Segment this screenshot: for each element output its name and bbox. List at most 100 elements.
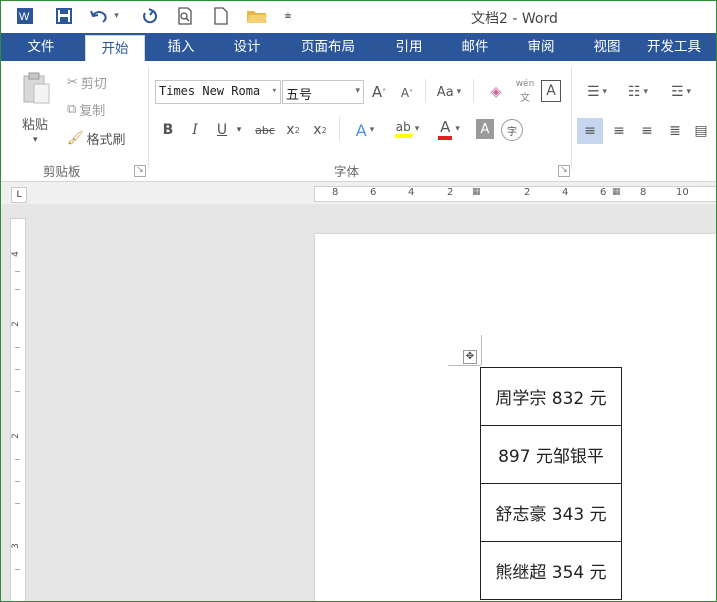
open-folder-icon[interactable] [244, 5, 270, 27]
cut-button[interactable]: ✂ 剪切 [67, 73, 107, 92]
ruler-tick [15, 459, 20, 460]
tab-page-layout[interactable]: 页面布局 [287, 33, 369, 61]
table-row: 舒志豪 343 元 [480, 483, 622, 542]
ruler-number: 2 [524, 187, 531, 198]
align-right-icon[interactable]: ≡ [635, 118, 659, 144]
ruler-tick [15, 503, 20, 504]
shrink-font-icon[interactable]: A ˅ [397, 83, 417, 103]
numbering-icon[interactable]: ☷ ▾ [620, 81, 656, 103]
tab-selector[interactable]: L [11, 187, 27, 203]
ribbon-home: 粘贴 ▾ ✂ 剪切 ⧉ 复制 🖌 格式刷 剪贴板 ↘ Times New Rom… [1, 61, 716, 182]
italic-button[interactable]: I [186, 119, 204, 141]
align-center-icon[interactable]: ≡ [607, 118, 631, 144]
ruler-number: 3 [10, 543, 21, 549]
copy-icon: ⧉ [67, 102, 77, 117]
font-name-value: Times New Roma [159, 84, 261, 98]
tab-file[interactable]: 文件 [13, 33, 69, 61]
group-divider [473, 79, 474, 103]
ruler-number: 2 [10, 433, 21, 439]
paste-dropdown-icon[interactable]: ▾ [33, 135, 38, 145]
word-window: W ▾ ⩧ 文档2 - Word 文件 开始 插入 设计 页面布局 引用 邮件 … [0, 0, 717, 602]
scissors-icon: ✂ [67, 75, 78, 90]
ruler-tick [15, 391, 20, 392]
clipboard-launcher-icon[interactable]: ↘ [134, 165, 146, 177]
enclose-characters-button[interactable]: 字 [501, 119, 523, 141]
text-effects-button[interactable]: A ▾ [347, 119, 383, 141]
align-left-icon[interactable]: ≡ [577, 118, 603, 144]
multilevel-list-icon[interactable]: ☲ ▾ [661, 81, 701, 103]
tab-home[interactable]: 开始 [85, 35, 145, 63]
word-logo-icon: W [15, 5, 35, 27]
bullets-icon[interactable]: ☰ ▾ [579, 81, 615, 103]
phonetic-guide-icon[interactable]: wén 文 [513, 79, 537, 104]
print-preview-icon[interactable] [174, 5, 196, 27]
table-move-handle-icon[interactable]: ✥ [463, 350, 477, 364]
table-cell[interactable]: 897 元邹银平 [480, 425, 622, 484]
superscript-button[interactable]: x2 [310, 119, 330, 141]
tab-references[interactable]: 引用 [383, 33, 435, 61]
ruler-number: 4 [562, 187, 569, 198]
horizontal-ruler[interactable]: 8 6 4 2 ▦ 2 4 6 ▦ 8 10 [314, 186, 716, 202]
font-size-combo[interactable]: 五号 ▾ [282, 80, 364, 104]
subscript-button[interactable]: x2 [283, 119, 303, 141]
character-border-icon[interactable]: A [541, 80, 561, 102]
strikethrough-button[interactable]: abc [253, 119, 277, 141]
underline-dropdown-icon[interactable]: ▾ [233, 119, 245, 141]
font-name-combo[interactable]: Times New Roma ▾ [155, 80, 281, 104]
table-row: 周学宗 832 元 [480, 367, 622, 426]
customize-toolbar-icon[interactable]: ⩧ [281, 5, 295, 27]
tab-insert[interactable]: 插入 [156, 33, 206, 61]
column-marker-icon[interactable]: ▦ [472, 187, 481, 197]
copy-button[interactable]: ⧉ 复制 [67, 100, 105, 119]
margin-guide [448, 365, 481, 366]
table-cell[interactable]: 舒志豪 343 元 [480, 483, 622, 542]
paste-button[interactable]: 粘贴 [22, 114, 48, 133]
tab-design[interactable]: 设计 [221, 33, 273, 61]
justify-icon[interactable]: ≣ [663, 118, 687, 144]
undo-icon[interactable]: ▾ [87, 5, 121, 27]
ruler-number: 4 [408, 187, 415, 198]
bold-button[interactable]: B [159, 119, 177, 141]
table-cell[interactable]: 熊继超 354 元 [480, 541, 622, 600]
clear-formatting-icon[interactable]: ◈ [486, 81, 506, 103]
redo-icon[interactable] [138, 5, 160, 27]
table-row: 熊继超 354 元 [480, 541, 622, 600]
tab-mailings[interactable]: 邮件 [449, 33, 501, 61]
highlight-button[interactable]: ab ▾ [389, 117, 425, 141]
cut-label: 剪切 [80, 77, 107, 92]
vertical-ruler[interactable]: 4 2 2 3 [10, 218, 26, 601]
table-row: 897 元邹银平 [480, 425, 622, 484]
group-divider [571, 67, 572, 169]
paste-icon[interactable] [21, 71, 51, 105]
table[interactable]: 周学宗 832 元 897 元邹银平 舒志豪 343 元 熊继超 354 元 [480, 367, 622, 600]
underline-button[interactable]: U [213, 119, 231, 141]
ruler-number: 6 [370, 187, 377, 198]
ruler-number: 10 [676, 187, 689, 198]
ruler-tick [15, 569, 20, 570]
table-cell[interactable]: 周学宗 832 元 [480, 367, 622, 426]
font-launcher-icon[interactable]: ↘ [558, 165, 570, 177]
character-shading-button[interactable]: A [476, 119, 494, 139]
svg-text:W: W [19, 11, 30, 23]
paste-label: 粘贴 [22, 118, 49, 133]
group-divider [339, 117, 340, 141]
distributed-icon[interactable]: ▤ [689, 118, 713, 144]
ruler-tick [15, 347, 20, 348]
font-color-button[interactable]: A ▾ [431, 117, 467, 141]
paintbrush-icon: 🖌 [67, 131, 84, 146]
ruler-number: 2 [447, 187, 454, 198]
format-painter-button[interactable]: 🖌 格式刷 [67, 129, 126, 148]
tab-review[interactable]: 审阅 [515, 33, 567, 61]
save-icon[interactable] [53, 5, 75, 27]
font-size-value: 五号 [286, 88, 313, 103]
clipboard-group-label: 剪贴板 [43, 164, 81, 179]
grow-font-icon[interactable]: A ˄ [369, 81, 389, 103]
column-marker-icon[interactable]: ▦ [612, 187, 621, 197]
change-case-icon[interactable]: Aa ▾ [431, 81, 467, 103]
ruler-tick [15, 481, 20, 482]
tab-view[interactable]: 视图 [581, 33, 633, 61]
new-document-icon[interactable] [210, 5, 232, 27]
tab-developer[interactable]: 开发工具 [647, 33, 716, 61]
chevron-down-icon: ▾ [271, 86, 277, 96]
chevron-down-icon: ▾ [355, 86, 360, 96]
